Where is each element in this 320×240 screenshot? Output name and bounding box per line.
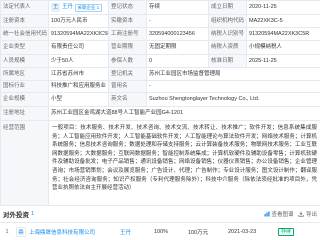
business-info-table: 法定代表人 王王丹 关联企业 1 登记状态 存续 成立日期 2020-11-25 … <box>0 0 320 206</box>
investments-section-header: 对外投资 1 查看图谱 导出 <box>0 207 320 221</box>
subscribed-capital: 100万元 <box>188 229 209 236</box>
investments-title-group: 对外投资 1 <box>3 209 34 219</box>
approval-date-label: 核准日期 <box>208 54 247 68</box>
investee-status-cell: 存续 <box>276 227 320 236</box>
english-name-value: Suzhou Shengtonglayer Technology Co., Lt… <box>146 92 320 107</box>
insured-value: 0 <box>146 54 209 68</box>
related-companies-tag[interactable]: 关联企业 1 <box>75 3 102 12</box>
industry-label: 国标行业 <box>0 80 49 93</box>
authority-value: 苏州工业园区市场监督管理局 <box>146 67 320 81</box>
tax-qualification-label: 纳税人资质 <box>208 40 247 55</box>
scope-text: 一般项目：技术服务、技术开发、技术咨询、技术交流、技术转让、技术推广；软件开发；… <box>52 125 317 192</box>
reg-no-label: 工商注册号 <box>108 27 147 41</box>
approval-date-value: 2025-11-25 <box>246 54 320 68</box>
status-badge: 存续 <box>278 227 295 236</box>
scope-cell: 一般项目：技术服务、技术开发、技术咨询、技术交流、技术转让、技术推广；软件开发；… <box>48 120 320 206</box>
staff-size-value: 少于50人 <box>48 54 109 68</box>
investee-cell: 鼎 上海鼎晟信息科技有限公司 <box>14 226 118 237</box>
status-value: 存续 <box>146 0 209 15</box>
row-index: 1 <box>5 228 9 235</box>
scale-value: 小型 <box>48 92 109 107</box>
address-value: 苏州工业园区金鸡湖大道88号人工智能产业园G4-1201 <box>48 106 320 121</box>
investee-legal-rep-link[interactable]: 王丹 <box>120 230 131 236</box>
reg-capital-value: 100万元人民币 <box>48 14 109 28</box>
region-label: 所属地区 <box>0 67 49 81</box>
legal-rep-label: 法定代表人 <box>0 0 49 15</box>
established-label: 成立日期 <box>208 0 247 15</box>
investee-name-link[interactable]: 上海鼎晟信息科技有限公司 <box>29 228 95 236</box>
tax-id-label: 纳税人识别号 <box>208 27 247 41</box>
scale-label: 企业规模 <box>0 92 49 107</box>
reg-capital-label: 注册资本 <box>0 14 49 28</box>
legal-rep-avatar[interactable]: 王 <box>51 3 60 12</box>
paid-capital-label: 实缴资本 <box>108 14 147 28</box>
region-value: 江苏省苏州市 <box>48 67 109 81</box>
org-code-value: MA22XK3C-5 <box>246 14 320 28</box>
credit-code-label: 统一社会信用代码 <box>0 27 49 41</box>
export-label: 导出 <box>305 212 317 218</box>
address-label: 注册地址 <box>0 106 49 121</box>
investments-actions: 查看图谱 导出 <box>264 210 317 218</box>
insured-label: 参保人数 <box>108 54 147 68</box>
staff-size-label: 人员规模 <box>0 54 49 68</box>
established-value: 2020-11-25 <box>246 0 320 15</box>
investments-count: 1 <box>31 211 35 217</box>
holding-ratio: 100% <box>154 228 169 235</box>
term-value: 无固定期限 <box>146 40 209 55</box>
table-row: 1 鼎 上海鼎晟信息科技有限公司 王丹 100% 100万元 2021-03-2… <box>0 222 320 240</box>
legal-rep-name-link[interactable]: 王丹 <box>62 4 73 10</box>
status-label: 登记状态 <box>108 0 147 15</box>
chart-icon <box>264 211 270 217</box>
scope-label: 经营范围 <box>0 120 49 206</box>
org-code-label: 组织机构代码 <box>208 14 247 28</box>
former-name-value: - <box>146 80 320 93</box>
investments-title: 对外投资 <box>3 212 29 219</box>
former-name-label: 曾用名 <box>108 80 147 93</box>
credit-code-value: 91320594MA22XK3C5R <box>48 27 109 41</box>
authority-label: 登记机关 <box>108 67 147 81</box>
reg-no-value: 320594000123456 <box>146 27 209 41</box>
legal-rep-cell: 王王丹 关联企业 1 <box>48 0 109 15</box>
industry-value: 科技推广和应用服务业 <box>48 80 109 93</box>
view-graph-label: 查看图谱 <box>271 212 294 218</box>
investee-legal-rep-cell: 王丹 <box>118 228 152 236</box>
company-type-value: 有限责任公司 <box>48 40 109 55</box>
export-icon <box>298 211 305 217</box>
export-button[interactable]: 导出 <box>298 210 317 218</box>
tax-qualification-value: 小规模纳税人 <box>246 40 320 55</box>
tax-id-value: 91320594MA22XK3C5R <box>246 27 320 41</box>
investee-logo: 鼎 <box>16 226 26 237</box>
english-name-label: 英文名 <box>108 92 147 107</box>
view-graph-button[interactable]: 查看图谱 <box>264 210 294 218</box>
paid-capital-value: - <box>146 14 209 28</box>
investee-established-date: 2021-03-23 <box>228 228 257 235</box>
company-type-label: 企业类型 <box>0 40 49 55</box>
term-label: 营业期限 <box>108 40 147 55</box>
